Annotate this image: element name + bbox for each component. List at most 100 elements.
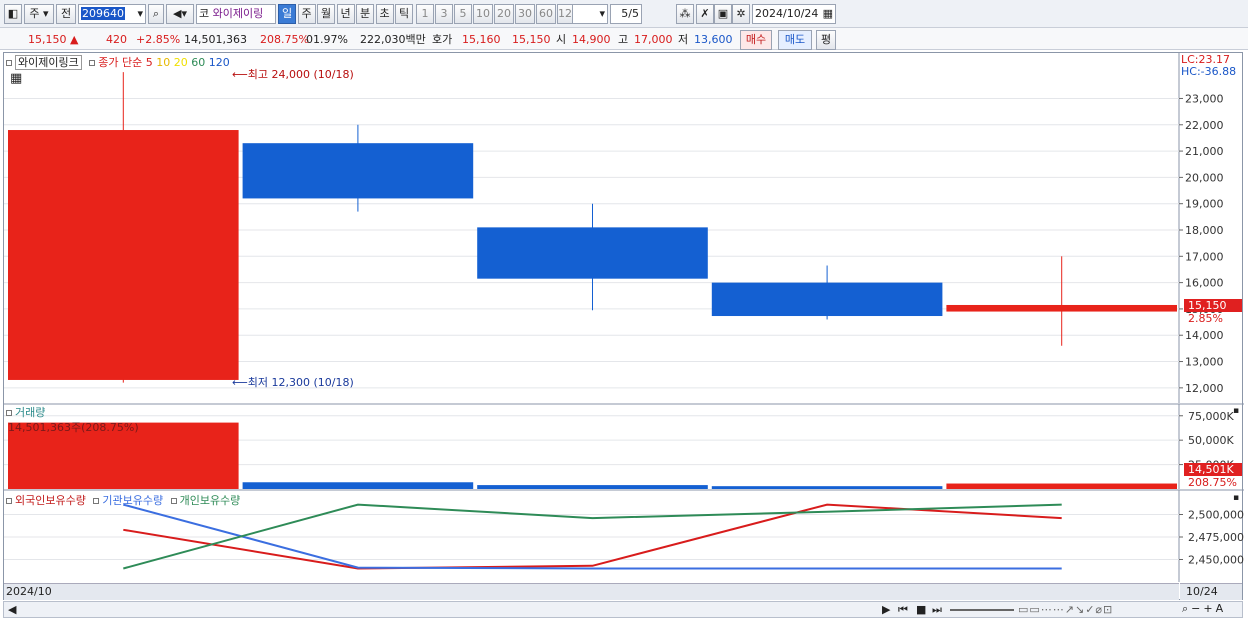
scroll-right-icon[interactable]: ▶ [882,603,890,616]
low-note: 최저 12,300 (10/18) [247,376,354,389]
bid-price: 15,150 [512,33,551,46]
price-tick-label: 18,000 [1185,224,1224,237]
high-note: 최고 24,000 (10/18) [247,68,354,81]
volume-bar [946,483,1177,489]
price-tick-label: 17,000 [1185,250,1224,263]
holding-tick-label: 2,450,000 [1188,554,1244,567]
candle-body [242,143,474,199]
last-price-tag: 15,150 [1184,299,1242,312]
compare-icon[interactable]: ⁂ [676,4,694,24]
interval-custom-select[interactable]: ▾ [572,4,608,24]
chart-area[interactable]: 23,000 22,000 21,000 20,000 19,000 18,000 17,0… [3,52,1244,601]
stock-name-field[interactable]: 코 와이제이링 [196,4,276,24]
panel-square-icon [89,60,96,66]
ma-period-label[interactable]: 60 [191,56,209,69]
ask-label: 호가 [432,33,453,46]
zoom-tools-icons[interactable]: ⌕−+A [1182,602,1226,616]
interval-button[interactable]: 3 [435,4,453,24]
crosshair-icon[interactable]: ✗ [696,4,714,24]
buy-button[interactable]: 매수 [740,30,772,50]
grid-icon[interactable]: ▦ [10,71,22,86]
price-tick-label: 12,000 [1185,382,1224,395]
interval-button[interactable]: 60 [536,4,556,24]
search-icon[interactable]: ⌕ [148,4,164,24]
period-tab[interactable]: 분 [356,4,374,24]
prev-button[interactable]: 전 [56,4,76,24]
forward-icon[interactable]: ⏭ [932,603,942,617]
candle-body [8,130,239,380]
holding-series-institution[interactable]: 기관보유수량 [102,494,163,507]
price-tick-label: 14,000 [1185,329,1224,342]
interval-button[interactable]: 1 [416,4,434,24]
code-input[interactable]: 209640 ▾ [78,4,146,24]
period-tab[interactable]: 틱 [395,4,413,24]
drawing-tools-icons[interactable]: ▭▭⋯⋯↗↘✓⌀⊡ [1018,603,1113,616]
open-price: 14,900 [572,33,611,46]
scroll-left-icon[interactable]: ◀ [8,603,16,616]
volume-tick-label: 75,000K [1188,410,1234,423]
candle-body [946,304,1177,312]
ma-period-label[interactable]: 20 [174,56,192,69]
holding-tick-label: 2,475,000 [1188,531,1244,544]
gear-icon[interactable]: ✲ [732,4,750,24]
ma-label[interactable]: 종가 단순 [98,56,142,69]
interval-button[interactable]: 5 [454,4,472,24]
last-pct-tag: 2.85% [1188,312,1223,325]
price-tick-label: 19,000 [1185,198,1224,211]
ma-period-label[interactable]: 5 [146,56,157,69]
date-input[interactable]: 2024/10/24 ▦ [752,4,836,24]
date-axis: 2024/10 [4,583,1179,600]
period-tab[interactable]: 주 [297,4,316,24]
current-price: 15,150 ▲ [28,33,79,46]
period-label: 2024/10 [6,585,52,598]
candle-body [711,282,943,317]
save-icon[interactable]: ▣ [714,4,732,24]
price-tick-label: 20,000 [1185,171,1224,184]
volume-panel-header: 거래량 [6,404,45,420]
holding-series-individual[interactable]: 개인보유수량 [180,494,241,507]
volume-bar [477,485,708,489]
holding-series-foreign[interactable]: 외국인보유수량 [15,494,86,507]
last-volume-tag: 14,501K [1184,463,1242,476]
holding-panel-header: 외국인보유수량 기관보유수량 개인보유수량 [6,492,240,508]
rewind-icon[interactable]: ⏮ [898,603,908,617]
volume-value-label: 14,501,363주(208.75%) [8,421,139,434]
window-menu-icon[interactable]: ◧ [4,4,22,24]
price-change-pct: +2.85% [136,33,181,46]
ma-period-label[interactable]: 120 [209,56,230,69]
period-tab[interactable]: 초 [375,4,394,24]
ask-price: 15,160 [462,33,501,46]
chevron-down-icon: ▾ [599,7,605,20]
open-label: 시 [556,33,567,46]
main-toolbar: ◧ 주 ▾ 전 209640 ▾ ⌕ ◀▾ 코 와이제이링 일주월년분초틱 13… [0,0,1248,28]
chart-canvas[interactable]: 23,000 22,000 21,000 20,000 19,000 18,000 17,0… [4,53,1244,601]
panel-square-icon [6,410,12,416]
period-tab[interactable]: 월 [317,4,335,24]
close-icon[interactable]: ▪ [1233,493,1239,503]
interval-button[interactable]: 30 [515,4,535,24]
interval-button[interactable]: 20 [494,4,514,24]
chevron-down-icon[interactable]: ▾ [137,5,143,23]
close-icon[interactable]: ▪ [1233,406,1239,416]
page-counter: 5/5 [610,4,642,24]
turnover-rate: 01.97% [306,33,348,46]
period-tab[interactable]: 년 [336,4,355,24]
zoom-slider[interactable] [950,609,1014,611]
price-tick-label: 23,000 [1185,92,1224,105]
speaker-icon[interactable]: ◀▾ [166,4,194,24]
price-tick-label: 22,000 [1185,119,1224,132]
calendar-icon[interactable]: ▦ [823,5,833,23]
interval-button[interactable]: 10 [473,4,493,24]
chart-scroll-bar[interactable]: ◀ ▶ ⏮ ■ ⏭ ▭▭⋯⋯↗↘✓⌀⊡ ⌕−+A [3,601,1243,618]
price-change: 420 [106,33,127,46]
stop-icon[interactable]: ■ [916,603,926,616]
ma-period-label[interactable]: 10 [156,56,174,69]
holding-tick-label: 2,500,000 [1188,509,1244,522]
sell-button[interactable]: 매도 [778,30,812,50]
eval-button[interactable]: 평 [816,30,836,50]
period-tab[interactable]: 일 [278,4,296,24]
high-annotation: ⟵최고 24,000 (10/18) [232,66,354,82]
volume-panel-title[interactable]: 거래량 [15,406,45,419]
price-panel-title[interactable]: 와이제이링크 [15,55,82,70]
market-select[interactable]: 주 ▾ [24,4,54,24]
